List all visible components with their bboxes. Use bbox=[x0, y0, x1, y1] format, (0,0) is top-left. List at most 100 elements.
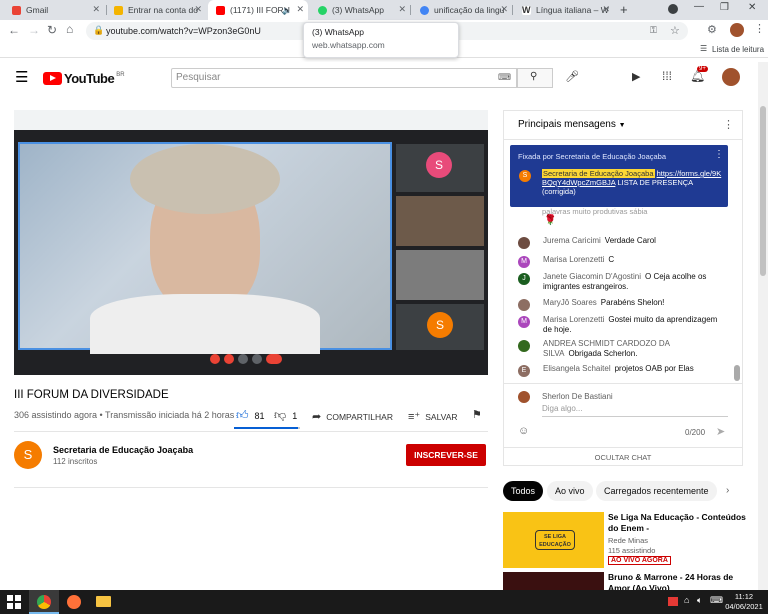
thumbs-down-icon: 👎︎ bbox=[274, 408, 287, 422]
taskbar-clock[interactable]: 11:12 04/06/2021 bbox=[724, 592, 764, 612]
live-badge: AO VIVO AGORA bbox=[608, 556, 671, 565]
close-icon[interactable]: ✕ bbox=[296, 4, 304, 15]
taskbar-chrome[interactable] bbox=[29, 590, 59, 614]
like-button[interactable]: 👍︎ 81 bbox=[236, 408, 265, 423]
pinned-menu-icon[interactable]: ⋮ bbox=[714, 150, 724, 160]
avatar bbox=[518, 340, 530, 352]
account-avatar[interactable] bbox=[722, 68, 740, 86]
speaker-icon[interactable]: 🔈 bbox=[282, 6, 292, 15]
recommendation-title[interactable]: Se Liga Na Educação - Conteúdos do Enem … bbox=[608, 512, 748, 534]
language-icon[interactable]: ⌨ bbox=[710, 595, 723, 606]
recommendation-thumbnail[interactable]: SE LIGA EDUCAÇÃO bbox=[503, 512, 604, 568]
apps-grid-icon[interactable]: ⁞⁞⁞ bbox=[662, 69, 672, 83]
user-avatar bbox=[518, 391, 530, 403]
video-player[interactable]: S S bbox=[14, 110, 488, 375]
volume-icon[interactable]: 🔈︎ bbox=[697, 595, 702, 606]
profile-avatar[interactable] bbox=[730, 23, 744, 37]
share-button[interactable]: ➦ COMPARTILHAR bbox=[312, 410, 393, 423]
reading-list-icon[interactable]: ☰ bbox=[700, 44, 707, 53]
subscribe-button[interactable]: INSCREVER-SE bbox=[406, 444, 486, 466]
chat-message-input[interactable]: Diga algo... bbox=[542, 404, 728, 417]
network-icon[interactable]: ⌂ bbox=[684, 595, 689, 605]
dropdown-arrow-icon: ▼ bbox=[618, 122, 626, 129]
recommendation-channel: Rede Minas bbox=[608, 536, 649, 545]
avatar: M bbox=[518, 316, 530, 328]
tab-wikipedia[interactable]: W Língua italiana – W ✕ bbox=[514, 0, 614, 20]
tab-strip: Gmail ✕ Entrar na conta do ✕ (1171) III FO… bbox=[0, 0, 768, 20]
page-scrollbar[interactable] bbox=[758, 62, 768, 590]
avatar: E bbox=[518, 365, 530, 377]
tab-gmail[interactable]: Gmail ✕ bbox=[4, 0, 104, 20]
search-button[interactable]: ⚲ bbox=[517, 68, 553, 88]
participant-tile-3 bbox=[396, 250, 484, 300]
close-window-button[interactable]: ✕ bbox=[748, 2, 756, 13]
chat-mode-dropdown[interactable]: Principais mensagens ▼ bbox=[518, 119, 626, 130]
close-icon[interactable]: ✕ bbox=[194, 4, 202, 15]
tray-icon[interactable] bbox=[668, 597, 678, 606]
recommendation-title[interactable]: Bruno & Marrone - 24 Horas de Amor (Ao V… bbox=[608, 572, 748, 590]
microphone-icon[interactable]: 🎤︎ bbox=[565, 70, 579, 83]
playlist-add-icon: ≡⁺ bbox=[408, 411, 421, 423]
whatsapp-icon bbox=[318, 5, 327, 15]
extensions-icon[interactable]: ⚙ bbox=[707, 23, 717, 36]
avatar bbox=[518, 299, 530, 311]
recommendation-thumbnail[interactable] bbox=[503, 572, 604, 590]
save-button[interactable]: ≡⁺ SALVAR bbox=[408, 410, 458, 423]
menu-icon[interactable]: ⋮ bbox=[754, 22, 765, 35]
file-explorer-icon[interactable] bbox=[96, 596, 111, 607]
tab-whatsapp[interactable]: (3) WhatsApp ✕ bbox=[310, 0, 410, 20]
lock-icon: 🔒 bbox=[93, 25, 105, 35]
home-icon[interactable]: ⌂ bbox=[66, 22, 73, 36]
close-icon[interactable]: ✕ bbox=[500, 4, 508, 15]
send-icon[interactable]: ➤ bbox=[716, 425, 725, 438]
speaker-hair bbox=[130, 144, 280, 214]
restore-button[interactable]: ❐ bbox=[720, 2, 729, 13]
youtube-play-icon bbox=[43, 72, 62, 85]
close-icon[interactable]: ✕ bbox=[92, 4, 100, 15]
reading-list-button[interactable]: Lista de leitura bbox=[712, 45, 764, 54]
channel-name[interactable]: Secretaria de Educação Joaçaba bbox=[53, 445, 193, 455]
tab-search-icon[interactable] bbox=[668, 4, 678, 14]
create-video-icon[interactable]: ▶ bbox=[632, 70, 640, 83]
notification-count-badge: 9+ bbox=[697, 66, 708, 72]
thumbs-up-icon: 👍︎ bbox=[236, 408, 249, 422]
report-flag-icon[interactable]: ⚑ bbox=[472, 408, 482, 421]
guide-menu-icon[interactable]: ☰ bbox=[15, 68, 28, 86]
tab-youtube[interactable]: (1171) III FORU 🔈 ✕ bbox=[208, 0, 308, 20]
forward-icon[interactable]: → bbox=[28, 23, 40, 37]
video-meta: 306 assistindo agora • Transmissão inici… bbox=[14, 410, 235, 420]
emoji-icon[interactable]: ☺ bbox=[518, 425, 529, 437]
tab-google-account[interactable]: Entrar na conta do ✕ bbox=[106, 0, 206, 20]
bookmark-star-icon[interactable]: ☆ bbox=[670, 24, 680, 37]
char-counter: 0/200 bbox=[685, 428, 706, 437]
chip-live[interactable]: Ao vivo bbox=[547, 481, 593, 501]
new-tab-button[interactable]: + bbox=[620, 2, 628, 17]
avatar: M bbox=[518, 256, 530, 268]
video-title: III FORUM DA DIVERSIDADE bbox=[14, 389, 169, 401]
chevron-right-icon[interactable]: › bbox=[726, 485, 729, 496]
chip-recent[interactable]: Carregados recentemente bbox=[596, 481, 717, 501]
chat-menu-icon[interactable]: ⋮ bbox=[723, 118, 734, 131]
tab-google-search[interactable]: unificação da lingu ✕ bbox=[412, 0, 512, 20]
firefox-icon[interactable] bbox=[67, 595, 81, 609]
hide-chat-button[interactable]: OCULTAR CHAT bbox=[504, 453, 742, 462]
minimize-button[interactable]: — bbox=[694, 1, 704, 12]
windows-taskbar: ⌂ 🔈︎ ⌨ 11:12 04/06/2021 bbox=[0, 590, 768, 614]
chip-all[interactable]: Todos bbox=[503, 481, 544, 501]
reload-icon[interactable]: ↻ bbox=[47, 23, 57, 37]
chat-scrollbar-thumb[interactable] bbox=[734, 365, 740, 381]
close-icon[interactable]: ✕ bbox=[602, 4, 610, 15]
speaker-shirt bbox=[90, 294, 320, 354]
keyboard-icon[interactable]: ⌨ bbox=[498, 72, 511, 83]
dislike-button[interactable]: 👎︎ 1 bbox=[274, 408, 297, 423]
youtube-logo[interactable]: YouTube BR bbox=[43, 71, 125, 86]
gmail-icon bbox=[12, 5, 21, 15]
pinned-author-avatar: S bbox=[519, 170, 531, 182]
search-input[interactable]: Pesquisar ⌨ bbox=[171, 68, 517, 88]
key-icon[interactable]: ⚿ bbox=[650, 25, 657, 36]
rose-emoji: 🌹 bbox=[544, 215, 557, 226]
close-icon[interactable]: ✕ bbox=[398, 4, 406, 15]
windows-start-icon[interactable] bbox=[7, 595, 21, 609]
back-icon[interactable]: ← bbox=[8, 23, 20, 37]
channel-avatar[interactable]: S bbox=[14, 441, 42, 469]
